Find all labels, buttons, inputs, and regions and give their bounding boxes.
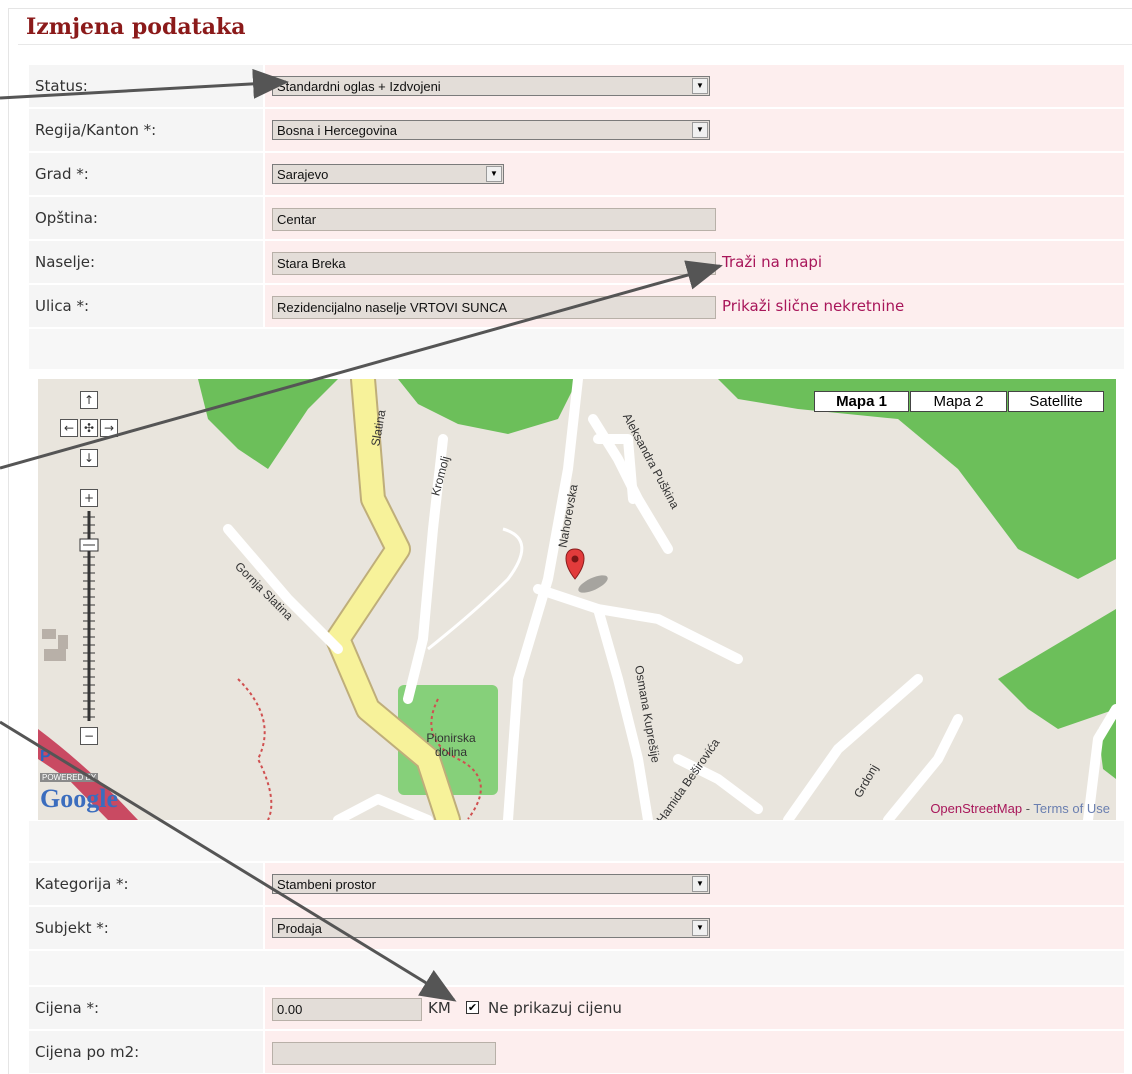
regija-label: Regija/Kanton *:	[35, 121, 157, 139]
section-spacer	[29, 329, 1124, 369]
cijena-m2-label: Cijena po m2:	[35, 1043, 140, 1061]
map-type-mapa2[interactable]: Mapa 2	[910, 391, 1007, 412]
naselje-input[interactable]: Stara Breka	[272, 252, 716, 275]
subjekt-row: Subjekt *: Prodaja ▼	[29, 907, 1124, 949]
ulica-input[interactable]: Rezidencijalno naselje VRTOVI SUNCA	[272, 296, 716, 319]
map-type-satellite[interactable]: Satellite	[1008, 391, 1104, 412]
section-spacer	[29, 951, 1124, 985]
similar-properties-link[interactable]: Prikaži slične nekretnine	[722, 297, 904, 315]
arrow-right-icon[interactable]: →	[100, 419, 118, 437]
park-label: Pionirska dolina	[426, 731, 476, 759]
page-title: Izmjena podataka	[26, 14, 246, 40]
kategorija-label: Kategorija *:	[35, 875, 129, 893]
map-attribution: OpenStreetMap - Terms of Use	[930, 801, 1110, 816]
location-map[interactable]: Slatina Kromolj Nahorevska Aleksandra Pu…	[38, 379, 1116, 820]
hide-price-checkbox[interactable]: ✔	[466, 1001, 479, 1014]
pan-center-icon[interactable]: ✣	[80, 419, 98, 437]
grad-row: Grad *: Sarajevo ▼	[29, 153, 1124, 195]
arrow-down-icon[interactable]: ↓	[80, 449, 98, 467]
chevron-down-icon[interactable]: ▼	[692, 122, 708, 138]
subjekt-select[interactable]: Prodaja ▼	[272, 918, 710, 938]
cijena-input[interactable]: 0.00	[272, 998, 422, 1021]
cijena-m2-input[interactable]	[272, 1042, 496, 1065]
ulica-row: Ulica *: Rezidencijalno naselje VRTOVI S…	[29, 285, 1124, 327]
map-tiles	[38, 379, 1116, 820]
kategorija-row: Kategorija *: Stambeni prostor ▼	[29, 863, 1124, 905]
ulica-label: Ulica *:	[35, 297, 90, 315]
chevron-down-icon[interactable]: ▼	[692, 920, 708, 936]
cijena-m2-row: Cijena po m2:	[29, 1031, 1124, 1073]
cijena-label: Cijena *:	[35, 999, 100, 1017]
zoom-slider[interactable]	[78, 511, 100, 721]
minus-icon[interactable]: −	[80, 727, 98, 745]
cijena-row: Cijena *: 0.00 KM ✔ Ne prikazuj cijenu	[29, 987, 1124, 1029]
currency-unit: KM	[428, 999, 451, 1017]
status-row: Status: Standardni oglas + Izdvojeni ▼	[29, 65, 1124, 107]
opstina-input[interactable]: Centar	[272, 208, 716, 231]
terms-of-use-link[interactable]: Terms of Use	[1033, 801, 1110, 816]
regija-select[interactable]: Bosna i Hercegovina ▼	[272, 120, 710, 140]
opstina-row: Opština: Centar	[29, 197, 1124, 239]
subjekt-label: Subjekt *:	[35, 919, 109, 937]
search-on-map-link[interactable]: Traži na mapi	[722, 253, 822, 271]
opstina-label: Opština:	[35, 209, 98, 227]
status-select[interactable]: Standardni oglas + Izdvojeni ▼	[272, 76, 710, 96]
chevron-down-icon[interactable]: ▼	[692, 876, 708, 892]
google-logo: P POWERED BY Google	[40, 748, 118, 813]
section-spacer	[29, 821, 1124, 861]
openstreetmap-link[interactable]: OpenStreetMap	[930, 801, 1022, 816]
naselje-row: Naselje: Stara Breka Traži na mapi	[29, 241, 1124, 283]
plus-icon[interactable]: +	[80, 489, 98, 507]
chevron-down-icon[interactable]: ▼	[692, 78, 708, 94]
status-label: Status:	[35, 77, 88, 95]
arrow-left-icon[interactable]: ←	[60, 419, 78, 437]
map-type-mapa1[interactable]: Mapa 1	[814, 391, 909, 412]
regija-row: Regija/Kanton *: Bosna i Hercegovina ▼	[29, 109, 1124, 151]
title-divider	[18, 44, 1132, 45]
naselje-label: Naselje:	[35, 253, 96, 271]
grad-label: Grad *:	[35, 165, 89, 183]
kategorija-select[interactable]: Stambeni prostor ▼	[272, 874, 710, 894]
hide-price-label: Ne prikazuj cijenu	[488, 999, 622, 1017]
arrow-up-icon[interactable]: ↑	[80, 391, 98, 409]
grad-select[interactable]: Sarajevo ▼	[272, 164, 504, 184]
chevron-down-icon[interactable]: ▼	[486, 166, 502, 182]
